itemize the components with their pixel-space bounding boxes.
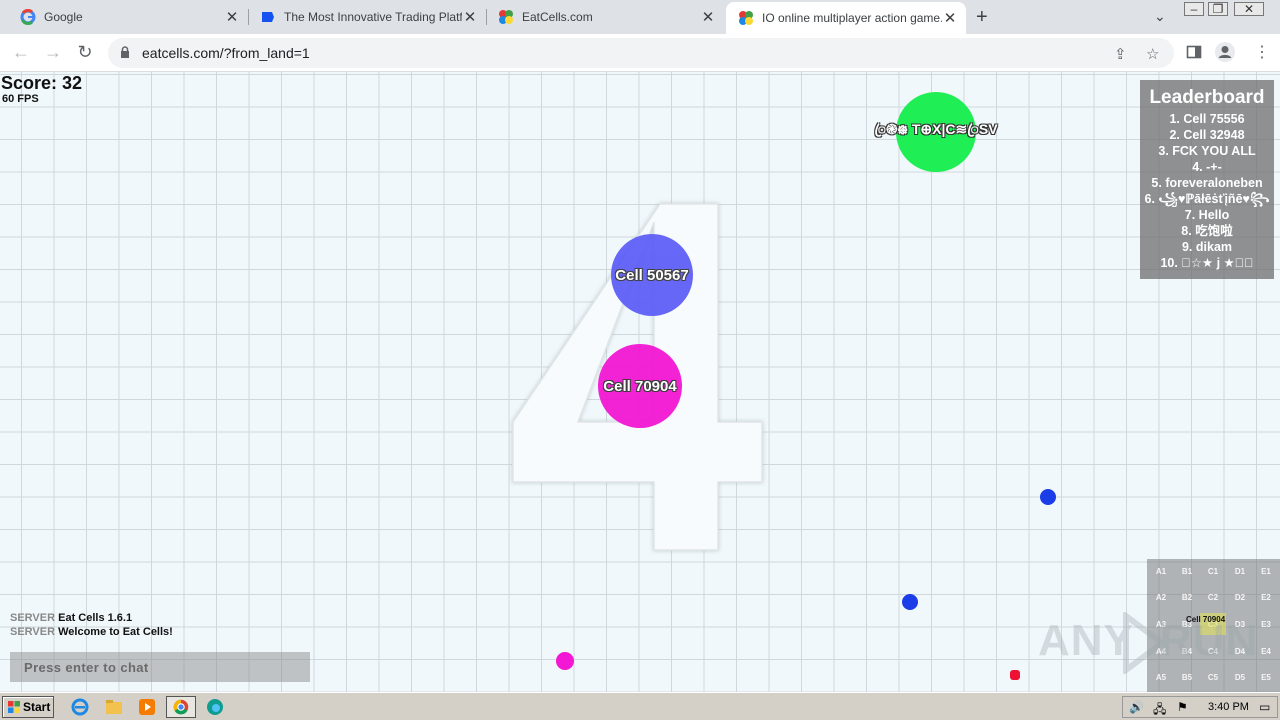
minimap-sector: E2 (1261, 593, 1271, 602)
tab-trading-platform[interactable]: The Most Innovative Trading Platform ✕ (248, 0, 486, 34)
url-text[interactable]: eatcells.com/?from_land=1 (142, 45, 310, 61)
enemy-cell-name: ꦿ֎᪥ T⊕X|C≋ꦿSV (874, 120, 998, 137)
food-pellet (1040, 489, 1056, 505)
watermark-text: RUN (1160, 616, 1259, 665)
leaderboard-entry: 9. dikam (1181, 240, 1233, 254)
back-arrow-icon[interactable]: ← (10, 42, 32, 63)
google-icon (20, 9, 36, 25)
address-bar[interactable]: eatcells.com/?from_land=1 ⇪ ☆ (108, 38, 1174, 68)
food-pellet (1010, 670, 1020, 680)
game-canvas[interactable]: 4 Score: 32 60 FPS ꦿ֎᪥ T⊕X|C≋ꦿSV Cell 50… (0, 72, 1280, 692)
tab-eatcells[interactable]: EatCells.com ✕ (486, 0, 724, 34)
enemy-cell: ꦿ֎᪥ T⊕X|C≋ꦿSV (874, 92, 998, 172)
os-taskbar: Start 🔊 🖧 ⚑ ▭ 3:40 PM (0, 692, 1280, 720)
tab-bar: Google ✕ The Most Innovative Trading Pla… (0, 0, 1280, 34)
browser-menu-icon[interactable]: ⋮ (1254, 42, 1270, 62)
fps-label: 60 FPS (2, 93, 39, 105)
forward-arrow-icon[interactable]: → (42, 42, 64, 63)
profile-avatar-icon[interactable] (1214, 41, 1236, 63)
chat-log: SERVER Eat Cells 1.6.1 SERVER Welcome to… (10, 611, 173, 639)
minimap-sector: A1 (1155, 567, 1167, 576)
leaderboard-title: Leaderboard (1149, 87, 1265, 108)
media-player-icon[interactable] (137, 697, 157, 717)
close-tab-icon[interactable]: ✕ (462, 8, 478, 26)
tab-title: Google (44, 10, 83, 24)
chat-input[interactable]: Press enter to chat (10, 652, 310, 682)
start-button[interactable]: Start (2, 696, 54, 718)
tab-google[interactable]: Google ✕ (8, 0, 248, 34)
leaderboard-entry: 8. 吃饱啦 (1181, 224, 1233, 238)
minimap-sector: D5 (1234, 673, 1246, 682)
windows-logo-icon (8, 701, 20, 713)
leaderboard-entry: 2. Cell 32948 (1169, 128, 1245, 142)
minimap-sector: C1 (1207, 567, 1219, 576)
leaderboard-entry: 5. foreveraloneben (1151, 176, 1263, 190)
tab-io-game[interactable]: IO online multiplayer action game. Sur ✕ (726, 2, 966, 34)
player-cell: Cell 70904 (598, 344, 682, 428)
chat-message: SERVER Welcome to Eat Cells! (10, 625, 173, 639)
close-tab-icon[interactable]: ✕ (224, 8, 240, 26)
leaderboard-entry: 4. -+- (1192, 160, 1222, 174)
player-cell-name: Cell 50567 (615, 266, 689, 284)
close-tab-icon[interactable]: ✕ (700, 8, 716, 26)
minimap-sector: C5 (1207, 673, 1219, 682)
chat-text: Eat Cells 1.6.1 (58, 612, 133, 624)
system-tray: 🔊 🖧 ⚑ ▭ (1122, 696, 1278, 718)
clock[interactable]: 3:40 PM (1208, 701, 1249, 713)
minimap-sector: A5 (1155, 673, 1167, 682)
minimap-sector: A2 (1155, 593, 1167, 602)
close-tab-icon[interactable]: ✕ (942, 9, 958, 27)
trading-site-icon (262, 12, 274, 22)
lock-icon[interactable] (120, 46, 130, 58)
browser-toolbar: ← → ↻ eatcells.com/?from_land=1 ⇪ ☆ (0, 34, 1280, 72)
edge-icon[interactable] (205, 697, 225, 717)
chat-sender: SERVER (10, 612, 56, 624)
reload-icon[interactable]: ↻ (74, 42, 96, 63)
file-explorer-icon[interactable] (104, 697, 124, 717)
minimap-sector: E1 (1261, 567, 1271, 576)
side-panel-icon[interactable] (1186, 44, 1202, 60)
anyrun-watermark: ANY RUN (1038, 612, 1257, 674)
minimap-sector: B1 (1181, 567, 1193, 576)
tab-title: IO online multiplayer action game. Sur (762, 11, 942, 25)
score-label: Score: 32 (1, 73, 83, 93)
chat-text: Welcome to Eat Cells! (58, 626, 173, 638)
bookmark-star-icon[interactable]: ☆ (1146, 45, 1159, 63)
network-icon[interactable]: 🖧 (1153, 700, 1166, 720)
tab-title: The Most Innovative Trading Platform (284, 10, 462, 24)
leaderboard-entry: 7. Hello (1184, 208, 1230, 222)
player-cell-name: Cell 70904 (603, 377, 677, 395)
food-pellet (556, 652, 574, 670)
leaderboard-entry: 10. ⃟☆★ j ★☆⃟ (1160, 256, 1254, 270)
food-pellet (902, 594, 918, 610)
restore-window-icon[interactable]: ❐ (1208, 2, 1228, 16)
minimap-sector: B5 (1181, 673, 1193, 682)
start-label: Start (23, 700, 51, 714)
chrome-icon[interactable] (166, 696, 196, 718)
speaker-icon[interactable]: 🔊 (1129, 700, 1144, 714)
minimize-window-icon[interactable]: – (1184, 2, 1204, 16)
share-icon[interactable]: ⇪ (1114, 45, 1127, 63)
leaderboard-entry: 3. FCK YOU ALL (1158, 144, 1256, 158)
eatcells-icon (499, 10, 513, 24)
tab-search-chevron-icon[interactable]: ⌄ (1154, 8, 1166, 25)
chat-sender: SERVER (10, 626, 56, 638)
minimap-sector: D2 (1234, 593, 1246, 602)
tab-title: EatCells.com (522, 10, 593, 24)
new-tab-button[interactable]: + (976, 6, 988, 29)
close-window-icon[interactable]: ✕ (1234, 2, 1264, 16)
leaderboard-entry: 1. Cell 75556 (1169, 112, 1245, 126)
player-cell: Cell 50567 (611, 234, 693, 316)
show-desktop-icon[interactable]: ▭ (1259, 700, 1270, 714)
minimap-sector: E5 (1261, 673, 1271, 682)
internet-explorer-icon[interactable] (70, 697, 90, 717)
flag-icon[interactable]: ⚑ (1177, 700, 1188, 714)
minimap-sector: B2 (1181, 593, 1193, 602)
minimap-sector: D1 (1234, 567, 1246, 576)
eatcells-icon (739, 11, 753, 25)
chat-message: SERVER Eat Cells 1.6.1 (10, 611, 173, 625)
minimap-sector: C2 (1207, 593, 1219, 602)
leaderboard-entry: 6. ꧁♥ℙāłēṡťįñē♥꧂ (1144, 192, 1270, 206)
leaderboard-panel: Leaderboard 1. Cell 75556 2. Cell 32948 … (1140, 80, 1274, 279)
